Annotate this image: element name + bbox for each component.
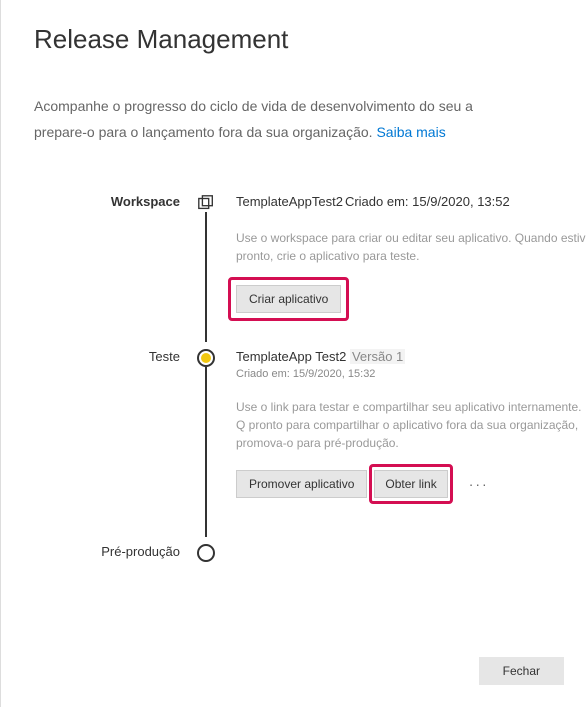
stage-preprod: Pré-produção <box>84 544 586 562</box>
promote-app-button[interactable]: Promover aplicativo <box>236 470 367 498</box>
stage-label-teste: Teste <box>84 349 192 364</box>
highlight-get-link: Obter link <box>369 464 452 504</box>
stage-teste: Teste TemplateApp Test2 Versão 1 Criado … <box>84 349 586 504</box>
intro-line1: Acompanhe o progresso do ciclo de vida d… <box>34 95 586 117</box>
teste-created: Criado em: 15/9/2020, 15:32 <box>236 368 586 380</box>
workspace-title: TemplateAppTest2Criado em: 15/9/2020, 13… <box>236 194 586 209</box>
page-title: Release Management <box>34 24 586 55</box>
teste-title: TemplateApp Test2 Versão 1 <box>236 349 586 364</box>
create-app-button[interactable]: Criar aplicativo <box>236 285 341 313</box>
close-button[interactable]: Fechar <box>479 657 564 685</box>
teste-app-name: TemplateApp Test2 <box>236 349 346 364</box>
stage-label-workspace: Workspace <box>84 194 192 209</box>
intro-line2: prepare-o para o lançamento fora da sua … <box>34 121 586 143</box>
highlight-create-app: Criar aplicativo <box>228 277 349 321</box>
workspace-app-name: TemplateAppTest2 <box>236 194 343 209</box>
teste-desc: Use o link para testar e compartilhar se… <box>236 398 586 452</box>
workspace-icon <box>197 194 215 212</box>
workspace-created: Criado em: 15/9/2020, 13:52 <box>345 194 510 209</box>
stage-label-preprod: Pré-produção <box>84 544 192 559</box>
intro-prefix: prepare-o para o lançamento fora da sua … <box>34 124 376 140</box>
stage-workspace: Workspace TemplateAppTest2Criado em: 15/… <box>84 194 586 321</box>
more-menu[interactable]: ··· <box>459 472 499 496</box>
teste-version: Versão 1 <box>350 349 405 364</box>
stage-node-preprod <box>197 544 215 562</box>
get-link-button[interactable]: Obter link <box>374 470 447 498</box>
workspace-desc: Use o workspace para criar ou editar seu… <box>236 229 586 265</box>
stage-node-teste <box>197 349 215 367</box>
learn-more-link[interactable]: Saiba mais <box>376 124 445 140</box>
